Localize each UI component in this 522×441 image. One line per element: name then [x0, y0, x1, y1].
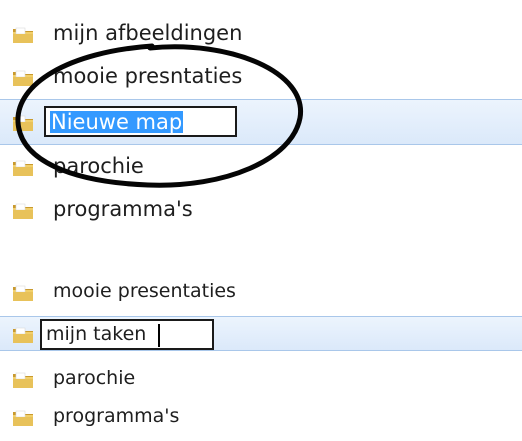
- folder-row-mijn-afbeeldingen[interactable]: mijn afbeeldingen: [0, 14, 522, 54]
- folder-name: programma's: [53, 197, 193, 221]
- explorer-list-after: mooie presentaties mijn taken parochie p…: [0, 262, 522, 441]
- folder-icon: [12, 69, 34, 87]
- folder-name: mooie presentaties: [53, 280, 236, 302]
- folder-row-parochie[interactable]: parochie: [0, 147, 522, 187]
- explorer-list-before: mijn afbeeldingen mooie presntaties Nieu…: [0, 0, 522, 236]
- folder-name: parochie: [53, 154, 144, 178]
- rename-input-text: Nieuwe map: [50, 110, 184, 134]
- folder-row-programmas[interactable]: programma's: [0, 400, 522, 435]
- folder-name: mooie presntaties: [53, 64, 243, 88]
- folder-icon: [12, 114, 34, 132]
- folder-row-mooie-presentaties[interactable]: mooie presentaties: [0, 275, 522, 310]
- folder-row-nieuwe-map[interactable]: Nieuwe map: [0, 99, 522, 145]
- folder-row-programmas[interactable]: programma's: [0, 190, 522, 230]
- folder-name: parochie: [53, 367, 136, 389]
- folder-row-parochie[interactable]: parochie: [0, 362, 522, 397]
- folder-icon: [12, 159, 34, 177]
- rename-input[interactable]: mijn taken: [40, 319, 214, 350]
- rename-input-text: mijn taken: [46, 323, 147, 345]
- folder-icon: [12, 371, 34, 389]
- folder-name: mijn afbeeldingen: [53, 21, 243, 45]
- folder-icon: [12, 409, 34, 427]
- folder-icon: [12, 202, 34, 220]
- folder-icon: [12, 26, 34, 44]
- folder-name: programma's: [53, 405, 180, 427]
- folder-icon: [12, 326, 34, 344]
- folder-icon: [12, 284, 34, 302]
- folder-row-mijn-taken[interactable]: mijn taken: [0, 316, 522, 351]
- text-caret: [158, 324, 160, 347]
- rename-input[interactable]: Nieuwe map: [44, 106, 237, 137]
- folder-row-mooie-presntaties[interactable]: mooie presntaties: [0, 57, 522, 97]
